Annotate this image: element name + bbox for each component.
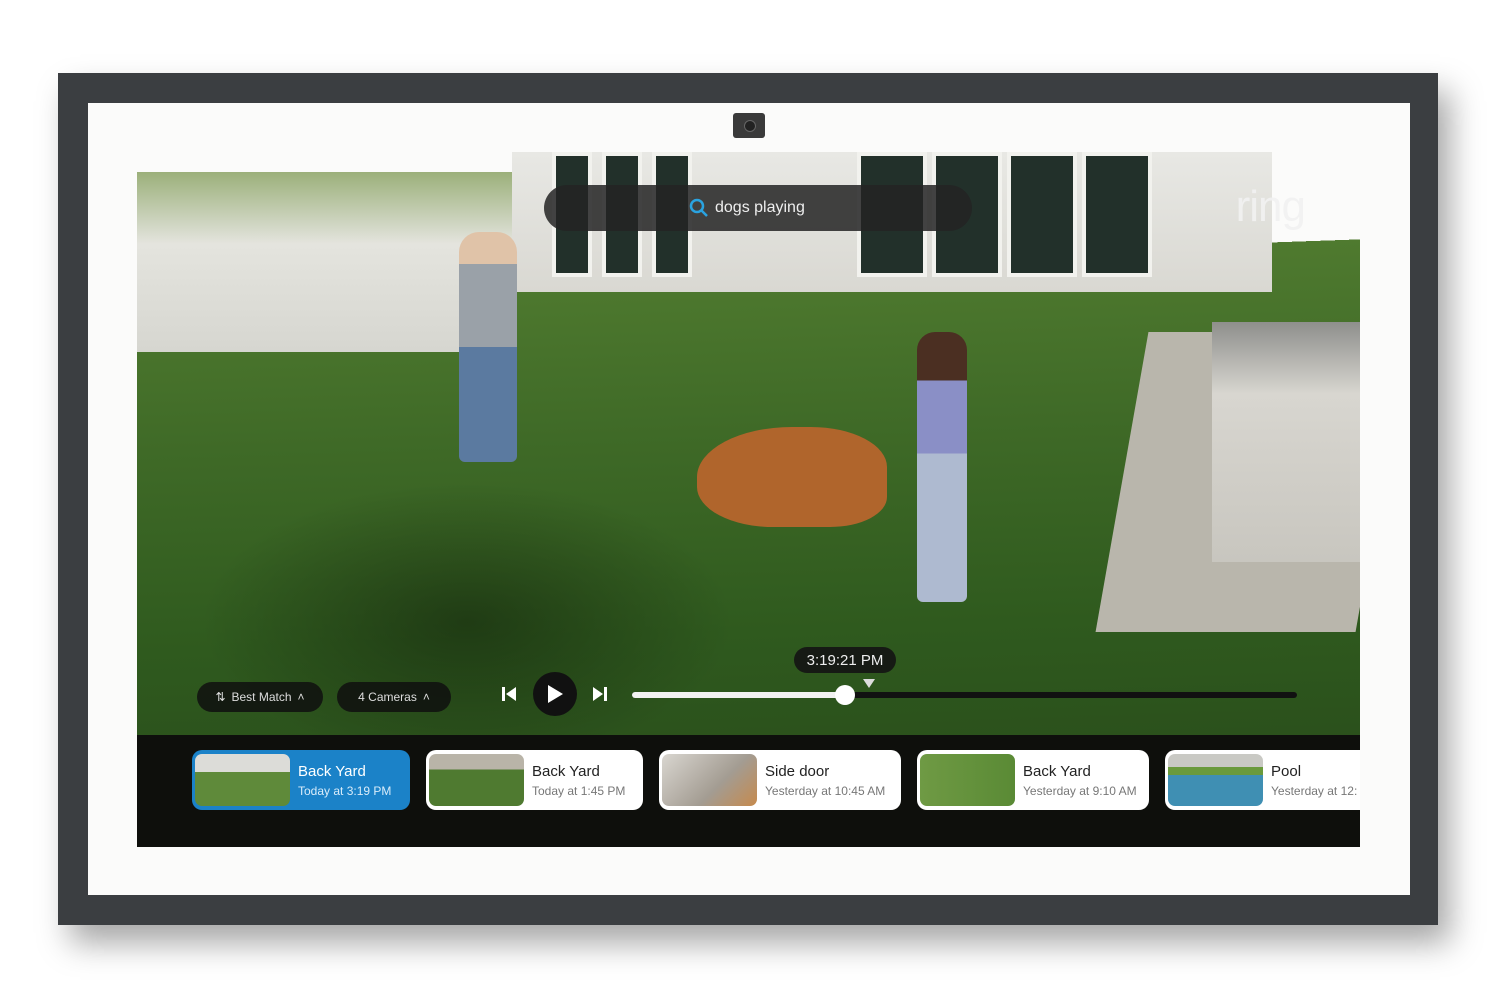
event-card[interactable]: Side door Yesterday at 10:45 AM	[659, 750, 901, 810]
event-camera: Pool	[1271, 762, 1302, 780]
skip-previous-icon[interactable]	[501, 686, 517, 702]
event-card[interactable]: Pool Yesterday at 12:	[1165, 750, 1360, 810]
event-card[interactable]: Back Yard Today at 1:45 PM	[426, 750, 643, 810]
search-bar[interactable]: dogs playing	[544, 185, 972, 231]
chevron-up-icon: ˄	[422, 690, 430, 704]
event-card[interactable]: Back Yard Yesterday at 9:10 AM	[917, 750, 1149, 810]
sort-icon: ⇅	[215, 690, 226, 704]
event-time: Today at 1:45 PM	[532, 783, 626, 798]
device-camera	[733, 113, 765, 138]
event-time: Today at 3:19 PM	[298, 783, 392, 798]
outdoor-kitchen-scene	[1212, 322, 1360, 562]
sort-label: Best Match	[231, 690, 292, 704]
event-thumbnail	[195, 754, 290, 806]
event-camera: Back Yard	[1023, 762, 1091, 780]
event-marker	[863, 679, 875, 688]
dog-figure	[697, 427, 887, 527]
man-figure	[459, 232, 517, 462]
time-tooltip: 3:19:21 PM	[794, 647, 896, 673]
event-time: Yesterday at 12:	[1271, 783, 1358, 798]
video-player[interactable]: dogs playing ring ⇅ Best Match ˄ 4 Camer…	[137, 152, 1360, 847]
sort-button[interactable]: ⇅ Best Match ˄	[197, 682, 323, 712]
cameras-label: 4 Cameras	[358, 690, 417, 704]
cameras-button[interactable]: 4 Cameras ˄	[337, 682, 451, 712]
fence-scene	[137, 172, 512, 352]
ring-logo: ring	[1235, 182, 1306, 231]
timeline-progress	[632, 692, 845, 698]
event-list: Back Yard Today at 3:19 PM Back Yard Today…	[137, 735, 1360, 847]
play-icon	[548, 685, 563, 703]
search-icon	[689, 198, 708, 217]
timeline-thumb[interactable]	[834, 685, 855, 705]
skip-next-icon[interactable]	[592, 686, 608, 702]
event-thumbnail	[429, 754, 524, 806]
event-card[interactable]: Back Yard Today at 3:19 PM	[192, 750, 410, 810]
event-thumbnail	[662, 754, 757, 806]
event-camera: Side door	[765, 762, 830, 780]
timeline-slider[interactable]	[632, 685, 1297, 705]
event-time: Yesterday at 9:10 AM	[1023, 783, 1137, 798]
event-time: Yesterday at 10:45 AM	[765, 783, 886, 798]
play-button[interactable]	[533, 672, 577, 716]
event-camera: Back Yard	[298, 762, 366, 780]
event-camera: Back Yard	[532, 762, 600, 780]
search-query: dogs playing	[715, 199, 805, 216]
event-thumbnail	[1168, 754, 1263, 806]
chevron-up-icon: ˄	[297, 690, 305, 704]
girl-figure	[917, 332, 967, 602]
event-thumbnail	[920, 754, 1015, 806]
